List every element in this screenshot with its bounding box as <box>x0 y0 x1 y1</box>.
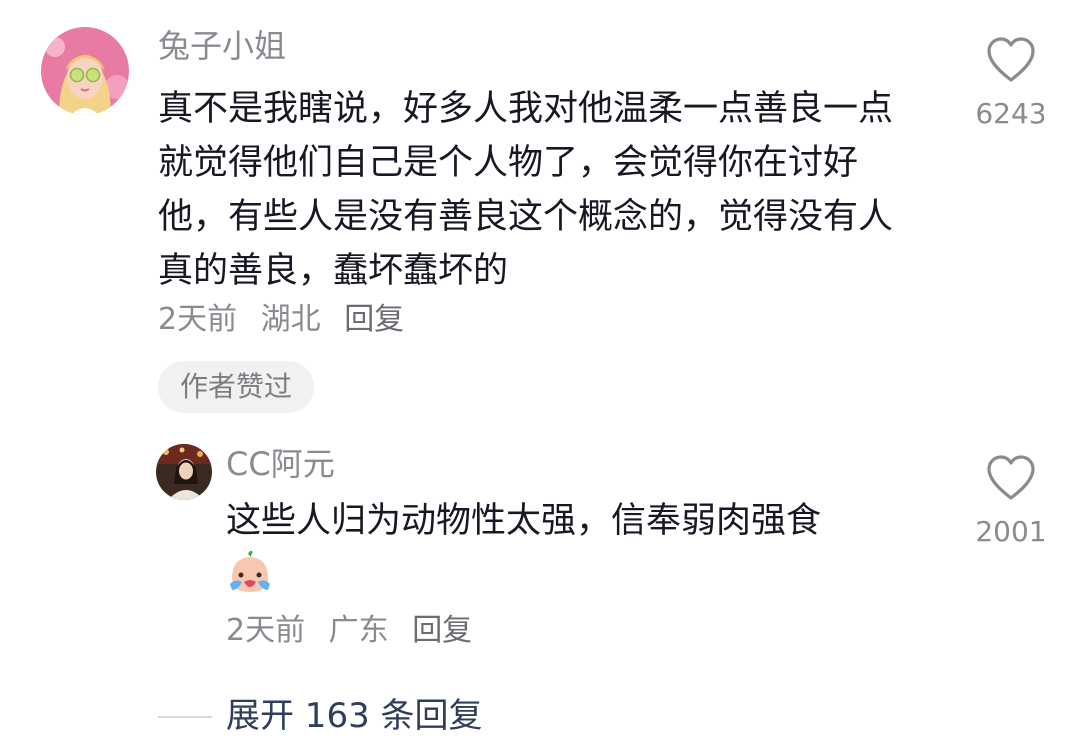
reply-text: 这些人归为动物性太强，信奉弱肉强食 <box>226 501 822 541</box>
crying-face-emoji <box>226 548 274 596</box>
like-count: 2001 <box>975 515 1047 548</box>
avatar-image <box>156 444 212 500</box>
reply-meta: 2天前 广东 回复 <box>226 607 472 655</box>
comment-username[interactable]: 兔子小姐 <box>158 22 286 70</box>
divider-line <box>158 716 212 718</box>
heart-outline-icon <box>987 37 1035 82</box>
comment-text: 真不是我瞎说，好多人我对他温柔一点善良一点就觉得他们自己是个人物了，会觉得你在讨… <box>158 89 894 291</box>
reply-location: 广东 <box>328 613 389 648</box>
like-count: 6243 <box>975 97 1047 130</box>
heart-outline-icon <box>987 455 1035 500</box>
like-button[interactable]: 2001 <box>975 454 1047 550</box>
expand-replies-button[interactable]: 展开 163 条回复 <box>226 692 483 740</box>
reply-time: 2天前 <box>226 613 306 648</box>
comment-time: 2天前 <box>158 302 238 337</box>
reply-button[interactable]: 回复 <box>412 613 472 648</box>
reply-avatar[interactable] <box>156 444 212 500</box>
comment-item: 兔子小姐 真不是我瞎说，好多人我对他温柔一点善良一点就觉得他们自己是个人物了，会… <box>0 0 1080 420</box>
avatar-image <box>41 27 129 115</box>
comment-meta: 2天前 湖北 回复 <box>158 296 404 344</box>
reply-username[interactable]: CC阿元 <box>226 440 335 488</box>
like-button[interactable]: 6243 <box>975 36 1047 132</box>
author-liked-badge: 作者赞过 <box>158 361 315 413</box>
avatar[interactable] <box>41 27 129 115</box>
comment-location: 湖北 <box>260 302 321 337</box>
reply-button[interactable]: 回复 <box>344 302 404 337</box>
